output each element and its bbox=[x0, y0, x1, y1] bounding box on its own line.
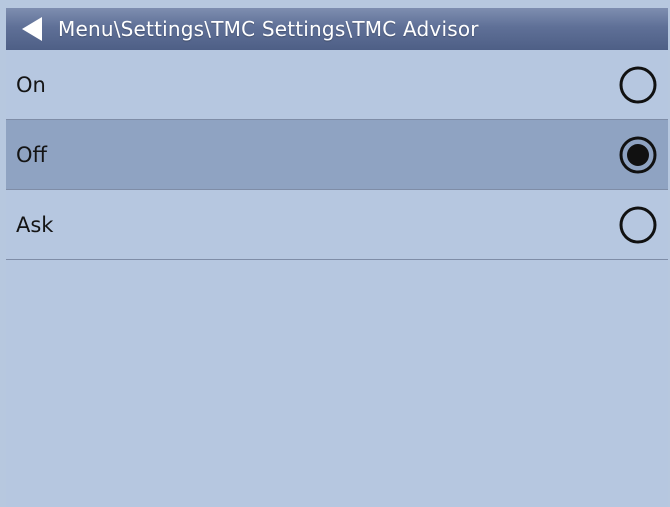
option-off[interactable]: Off bbox=[6, 120, 668, 190]
back-button[interactable] bbox=[6, 8, 58, 50]
back-arrow-icon bbox=[20, 16, 44, 42]
breadcrumb: Menu\Settings\TMC Settings\TMC Advisor bbox=[58, 17, 479, 41]
option-ask[interactable]: Ask bbox=[6, 190, 668, 260]
screen: Menu\Settings\TMC Settings\TMC Advisor O… bbox=[0, 0, 670, 507]
option-label: On bbox=[16, 72, 46, 97]
options-list: On Off Ask bbox=[6, 50, 668, 507]
radio-unchecked-icon[interactable] bbox=[618, 205, 658, 245]
option-on[interactable]: On bbox=[6, 50, 668, 120]
title-bar: Menu\Settings\TMC Settings\TMC Advisor bbox=[6, 8, 668, 50]
radio-unchecked-icon[interactable] bbox=[618, 65, 658, 105]
option-label: Ask bbox=[16, 212, 54, 237]
radio-checked-icon[interactable] bbox=[618, 135, 658, 175]
option-label: Off bbox=[16, 142, 47, 167]
